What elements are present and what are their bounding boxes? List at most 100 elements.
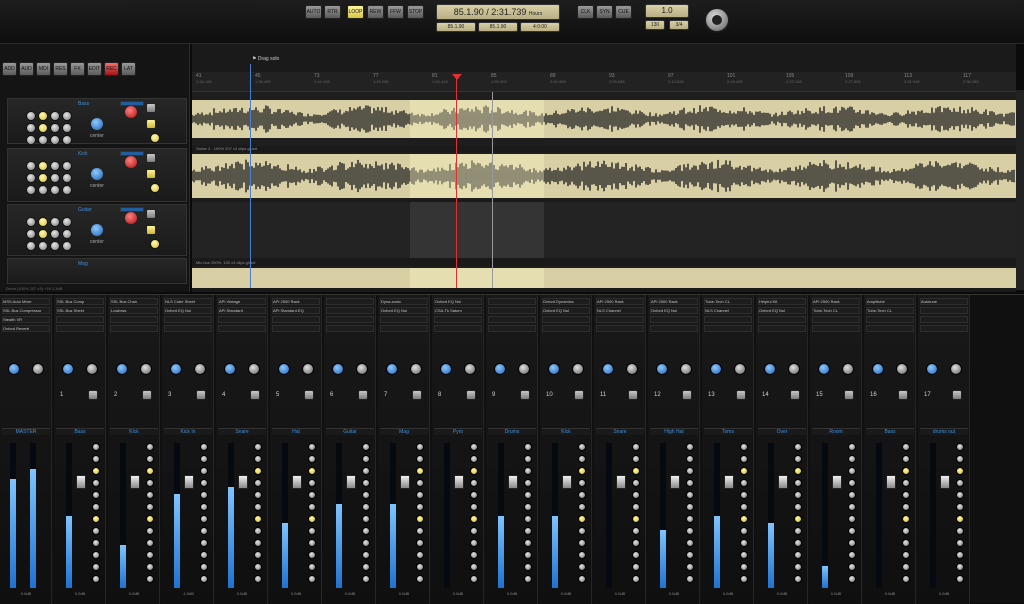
insert-slot[interactable]: Oxford EQ Noi — [434, 298, 482, 305]
insert-slot[interactable]: Tube-Tech CL — [812, 307, 860, 314]
send-knob-icon[interactable] — [848, 479, 856, 487]
send-knob-icon[interactable] — [794, 479, 802, 487]
channel-name[interactable]: Snare — [596, 428, 644, 435]
send-knob-icon[interactable] — [740, 527, 748, 535]
solo-icon[interactable] — [146, 225, 156, 235]
insert-slot[interactable]: Tube-Tech CL — [704, 298, 752, 305]
insert-slot[interactable]: Oxford Dynamics — [542, 298, 590, 305]
channel-name[interactable]: Bass — [866, 428, 914, 435]
solo-icon[interactable] — [146, 119, 156, 129]
volume-fader[interactable] — [292, 475, 302, 489]
width-knob-icon[interactable] — [734, 363, 746, 375]
send-knob-icon[interactable] — [794, 455, 802, 463]
track-button-icon[interactable] — [38, 123, 48, 133]
insert-slot[interactable]: Tube-Tech CL — [866, 307, 914, 314]
send-knob-icon[interactable] — [362, 479, 370, 487]
send-knob-icon[interactable] — [200, 455, 208, 463]
channel-name[interactable]: Room — [812, 428, 860, 435]
send-knob-icon[interactable] — [956, 443, 964, 451]
send-knob-icon[interactable] — [308, 443, 316, 451]
send-knob-icon[interactable] — [146, 551, 154, 559]
track-button-icon[interactable] — [26, 161, 36, 171]
send-knob-icon[interactable] — [92, 515, 100, 523]
insert-slot[interactable]: Helpful Kit — [758, 298, 806, 305]
mute-icon[interactable] — [146, 103, 156, 113]
channel-name[interactable]: Kick In — [164, 428, 212, 435]
send-knob-icon[interactable] — [362, 455, 370, 463]
send-knob-icon[interactable] — [740, 563, 748, 571]
send-knob-icon[interactable] — [956, 455, 964, 463]
send-knob-icon[interactable] — [470, 563, 478, 571]
channel-name[interactable]: Kick — [542, 428, 590, 435]
send-knob-icon[interactable] — [632, 479, 640, 487]
send-knob-icon[interactable] — [470, 467, 478, 475]
send-knob-icon[interactable] — [848, 539, 856, 547]
width-knob-icon[interactable] — [302, 363, 314, 375]
width-knob-icon[interactable] — [410, 363, 422, 375]
insert-slot[interactable]: Stealth VR — [2, 316, 50, 323]
track-name[interactable]: Mag — [78, 261, 88, 267]
send-knob-icon[interactable] — [470, 491, 478, 499]
track-button-icon[interactable] — [26, 135, 36, 145]
track-button-icon[interactable] — [50, 161, 60, 171]
send-knob-icon[interactable] — [92, 563, 100, 571]
record-arm-icon[interactable] — [124, 105, 138, 119]
pan-knob-icon[interactable] — [548, 363, 560, 375]
route-icon[interactable] — [628, 390, 638, 400]
playhead-handle-icon[interactable] — [452, 74, 462, 80]
insert-slot[interactable] — [758, 316, 806, 323]
insert-slot[interactable] — [542, 316, 590, 323]
send-knob-icon[interactable] — [740, 455, 748, 463]
send-knob-icon[interactable] — [200, 467, 208, 475]
send-knob-icon[interactable] — [308, 467, 316, 475]
insert-slot[interactable] — [434, 316, 482, 323]
send-knob-icon[interactable] — [794, 539, 802, 547]
send-knob-icon[interactable] — [794, 443, 802, 451]
send-knob-icon[interactable] — [146, 455, 154, 463]
insert-slot[interactable] — [110, 325, 158, 332]
volume-fader[interactable] — [346, 475, 356, 489]
arrangement-view[interactable]: ⚑ Drag solo 41 1:34.188 45 1:38.458 73 1:44.1… — [6, 44, 1016, 292]
mute-icon[interactable] — [146, 153, 156, 163]
send-knob-icon[interactable] — [632, 563, 640, 571]
transport-button-7[interactable]: SYN — [596, 5, 613, 19]
transport-button-4[interactable]: FFW — [387, 5, 404, 19]
pan-knob-icon[interactable] — [224, 363, 236, 375]
insert-slot[interactable] — [866, 316, 914, 323]
send-knob-icon[interactable] — [794, 551, 802, 559]
pan-knob-icon[interactable] — [332, 363, 344, 375]
send-knob-icon[interactable] — [524, 503, 532, 511]
send-knob-icon[interactable] — [362, 575, 370, 583]
send-knob-icon[interactable] — [254, 503, 262, 511]
send-knob-icon[interactable] — [524, 467, 532, 475]
timeline-ruler[interactable]: 41 1:34.188 45 1:38.458 73 1:44.108 77 1:49.258… — [192, 72, 1016, 92]
route-icon[interactable] — [466, 390, 476, 400]
insert-slot[interactable] — [650, 325, 698, 332]
route-icon[interactable] — [898, 390, 908, 400]
audio-clip-4[interactable] — [192, 268, 1016, 288]
route-icon[interactable] — [304, 390, 314, 400]
send-knob-icon[interactable] — [416, 575, 424, 583]
insert-slot[interactable]: SSL Bus Compressor — [2, 307, 50, 314]
send-knob-icon[interactable] — [200, 551, 208, 559]
field-3[interactable]: 4:0:00 — [520, 22, 560, 32]
send-knob-icon[interactable] — [146, 503, 154, 511]
pan-knob-icon[interactable] — [602, 363, 614, 375]
route-icon[interactable] — [736, 390, 746, 400]
send-knob-icon[interactable] — [956, 563, 964, 571]
send-knob-icon[interactable] — [632, 455, 640, 463]
volume-fader[interactable] — [940, 475, 950, 489]
send-knob-icon[interactable] — [362, 443, 370, 451]
track-header-2[interactable]: Kick center — [7, 148, 187, 202]
send-knob-icon[interactable] — [416, 515, 424, 523]
send-knob-icon[interactable] — [146, 527, 154, 535]
send-knob-icon[interactable] — [200, 563, 208, 571]
send-knob-icon[interactable] — [524, 443, 532, 451]
track-button-icon[interactable] — [38, 135, 48, 145]
send-knob-icon[interactable] — [632, 467, 640, 475]
transport-button-8[interactable]: CUE — [615, 5, 632, 19]
send-knob-icon[interactable] — [794, 575, 802, 583]
track-button-icon[interactable] — [38, 229, 48, 239]
send-knob-icon[interactable] — [578, 443, 586, 451]
volume-fader[interactable] — [832, 475, 842, 489]
